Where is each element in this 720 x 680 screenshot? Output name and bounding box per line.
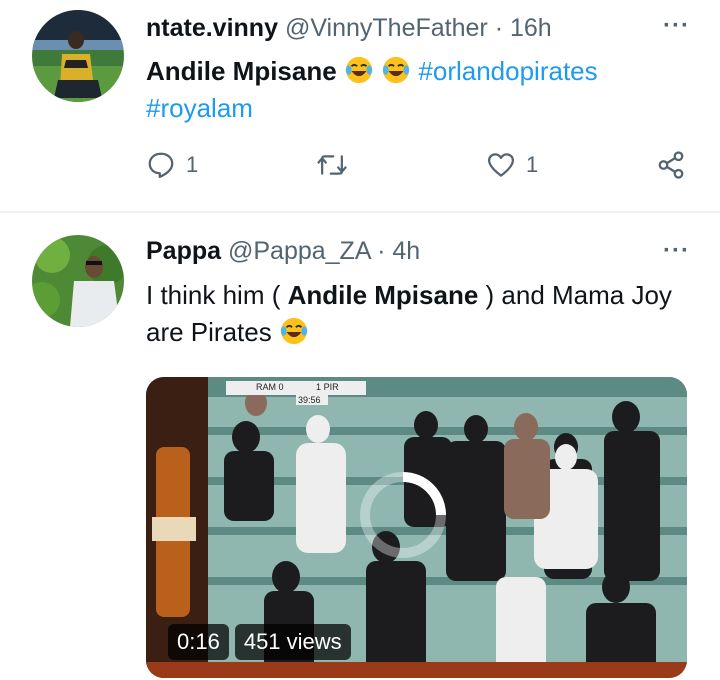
tweet-header: Pappa @Pappa_ZA · 4h <box>146 237 420 266</box>
away-team: PIR <box>323 382 339 392</box>
user-handle[interactable]: @Pappa_ZA <box>228 237 370 265</box>
text-part: I think him ( <box>146 280 288 310</box>
timestamp[interactable]: 4h <box>392 237 420 265</box>
home-team: RAM <box>256 382 276 392</box>
laughing-crying-emoji <box>280 317 308 345</box>
video-player[interactable]: RAM 0 1 PIR 39:56 0:16 451 views <box>146 377 687 678</box>
separator: · <box>377 237 386 265</box>
home-score: 0 <box>278 382 284 392</box>
retweet-icon <box>317 155 347 175</box>
tweet-text: Andile Mpisane #orlandopirates #royalam <box>146 53 686 127</box>
reply-count: 1 <box>186 152 199 177</box>
scoreboard: RAM 0 1 PIR <box>256 382 339 392</box>
view-count: 451 views <box>234 624 351 660</box>
mention-name: Andile Mpisane <box>287 280 479 310</box>
more-icon[interactable]: ··· <box>663 237 690 265</box>
video-info: 0:16 451 views <box>168 624 351 660</box>
display-name[interactable]: ntate.vinny <box>146 14 278 42</box>
match-clock: 39:56 <box>298 395 321 405</box>
tweet-header: ntate.vinny @VinnyTheFather · 16h <box>146 14 552 43</box>
display-name[interactable]: Pappa <box>146 237 221 265</box>
video-duration: 0:16 <box>168 624 229 660</box>
avatar-image <box>32 10 124 102</box>
reply-button[interactable]: 1 <box>146 150 198 180</box>
avatar[interactable] <box>32 235 124 327</box>
heart-icon <box>488 153 514 177</box>
user-handle[interactable]: @VinnyTheFather <box>285 14 488 42</box>
share-icon <box>658 151 684 179</box>
more-icon[interactable]: ··· <box>663 12 690 40</box>
laughing-crying-emoji <box>345 56 373 84</box>
avatar-image <box>32 235 124 327</box>
tweet-1[interactable]: ntate.vinny @VinnyTheFather · 16h ··· An… <box>0 0 720 212</box>
retweet-button[interactable] <box>316 150 348 180</box>
separator: · <box>494 14 504 42</box>
mention-name: Andile Mpisane <box>146 56 337 86</box>
share-button[interactable] <box>656 150 686 180</box>
like-count: 1 <box>526 152 539 177</box>
hashtag-link[interactable]: #royalam <box>146 93 253 123</box>
avatar[interactable] <box>32 10 124 102</box>
like-button[interactable]: 1 <box>486 150 538 180</box>
tweet-text: I think him ( Andile Mpisane ) and Mama … <box>146 277 686 351</box>
action-bar: 1 1 <box>146 150 696 190</box>
laughing-crying-emoji <box>383 56 410 84</box>
reply-icon <box>148 152 174 178</box>
tweet-2[interactable]: Pappa @Pappa_ZA · 4h ··· I think him ( A… <box>0 213 720 680</box>
away-score: 1 <box>316 382 322 392</box>
hashtag-link[interactable]: #orlandopirates <box>418 56 597 86</box>
timestamp[interactable]: 16h <box>510 14 552 42</box>
